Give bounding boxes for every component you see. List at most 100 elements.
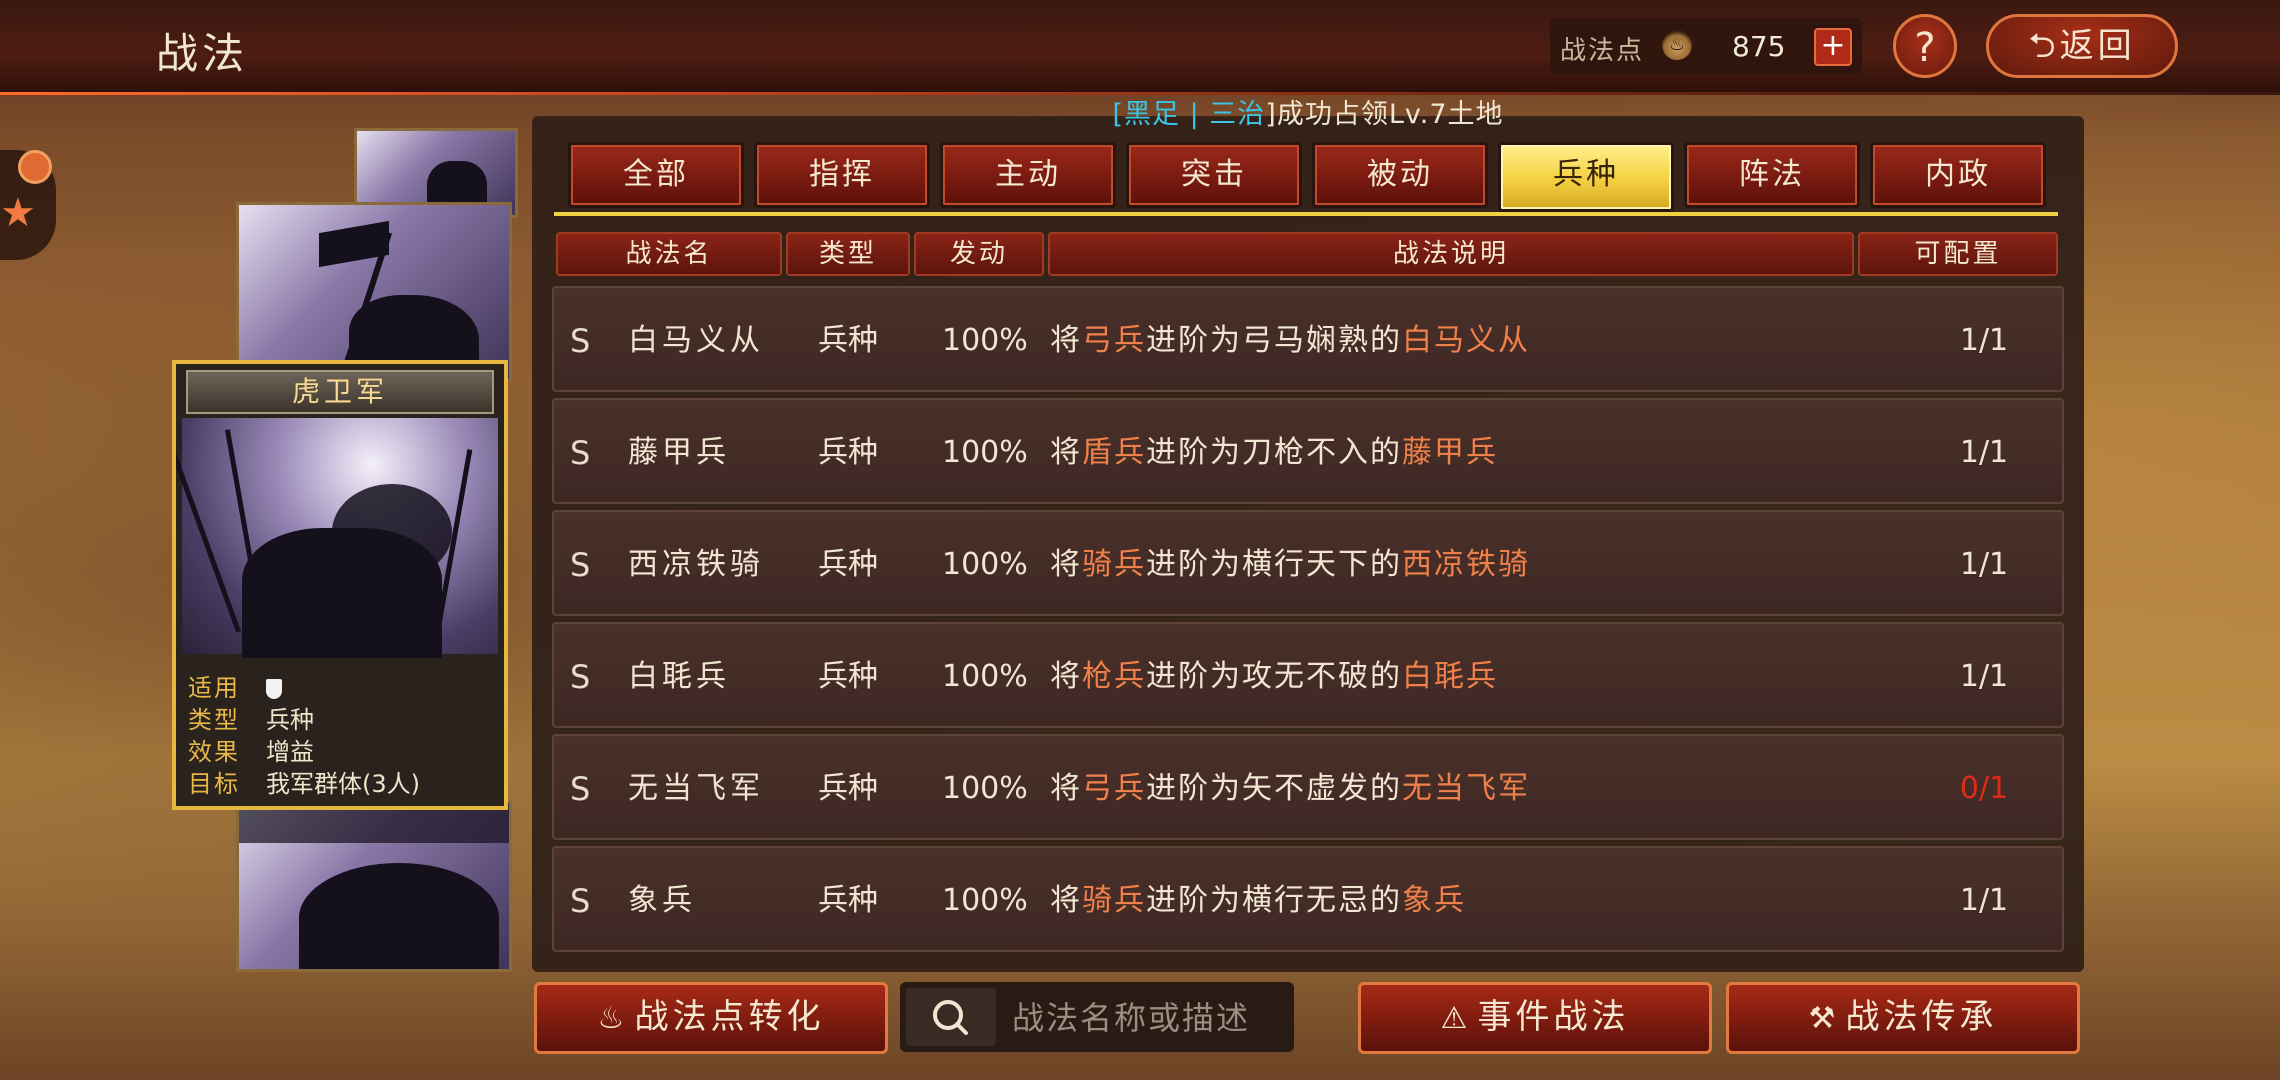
target-value: 我军群体(3人) [266, 770, 420, 798]
grade: S [570, 322, 591, 360]
news-sep: | [1180, 99, 1210, 130]
convert-points-button[interactable]: ♨ 战法点转化 [534, 982, 888, 1054]
tactic-rate: 100% [942, 323, 1028, 358]
add-points-button[interactable]: + [1814, 28, 1852, 66]
tactic-configurable: 1/1 [1959, 323, 2009, 358]
tactic-points-value: 875 [1732, 30, 1786, 63]
alert-box-icon: ⚠ [1440, 1001, 1472, 1036]
tactic-points-label: 战法点 [1560, 36, 1645, 66]
search-icon [933, 1000, 968, 1035]
tab-active-skill[interactable]: 主动 [940, 142, 1116, 208]
tactic-description: 将枪兵进阶为攻无不破的白毦兵 [1050, 659, 1498, 694]
card-info-type: 类型 兵种 [188, 700, 314, 735]
card-info-apply: 适用 [188, 668, 282, 703]
tactic-configurable: 0/1 [1959, 771, 2009, 806]
tactic-configurable: 1/1 [1959, 435, 2009, 470]
table-row[interactable]: S 象兵 兵种 100% 将骑兵进阶为横行无忌的象兵 1/1 [552, 846, 2064, 952]
shield-icon [266, 679, 282, 699]
tab-command[interactable]: 指挥 [754, 142, 930, 208]
tactic-configurable: 1/1 [1959, 883, 2009, 918]
tab-internal-affairs[interactable]: 内政 [1870, 142, 2046, 208]
tactic-type: 兵种 [818, 547, 878, 582]
tactic-configurable: 1/1 [1959, 659, 2009, 694]
card-info-effect: 效果 增益 [188, 732, 314, 767]
column-header-configurable: 可配置 [1858, 232, 2058, 276]
tab-troop-type[interactable]: 兵种 [1498, 142, 1674, 212]
apply-key: 适用 [188, 674, 240, 702]
tactic-configurable: 1/1 [1959, 547, 2009, 582]
news-player: 三治 [1209, 99, 1266, 130]
effect-value: 增益 [266, 738, 314, 766]
tactic-rate: 100% [942, 883, 1028, 918]
table-row[interactable]: S 西凉铁骑 兵种 100% 将骑兵进阶为横行天下的西凉铁骑 1/1 [552, 510, 2064, 616]
tactic-name: 西凉铁骑 [628, 547, 764, 582]
tactic-rate: 100% [942, 659, 1028, 694]
tactic-type: 兵种 [818, 323, 878, 358]
column-header-rate: 发动 [914, 232, 1044, 276]
column-header-name: 战法名 [556, 232, 782, 276]
grade: S [570, 546, 591, 584]
selected-tactic-card[interactable]: 虎卫军 适用 类型 兵种 效果 增益 目标 我军群体(3人) [172, 360, 508, 810]
page-title: 战法 [156, 29, 249, 78]
tactic-type: 兵种 [818, 771, 878, 806]
table-row[interactable]: S 藤甲兵 兵种 100% 将盾兵进阶为刀枪不入的藤甲兵 1/1 [552, 398, 2064, 504]
tactic-name: 无当飞军 [628, 771, 764, 806]
news-ticker: [黑足 | 三治]成功占领Lv.7土地 [532, 92, 2084, 130]
convert-points-label: 战法点转化 [634, 997, 825, 1037]
event-tactics-label: 事件战法 [1477, 997, 1630, 1037]
flame-icon: ♨ [597, 1001, 629, 1036]
tab-underline [554, 212, 2058, 216]
tactic-card-back[interactable] [236, 202, 512, 382]
tactic-name: 白毦兵 [628, 659, 730, 694]
inherit-tactics-button[interactable]: ⚒ 战法传承 [1726, 982, 2080, 1054]
back-button[interactable]: ⮌返回 [1986, 14, 2178, 78]
tab-assault[interactable]: 突击 [1126, 142, 1302, 208]
news-alliance: 黑足 [1124, 99, 1181, 130]
table-row[interactable]: S 白马义从 兵种 100% 将弓兵进阶为弓马娴熟的白马义从 1/1 [552, 286, 2064, 392]
target-key: 目标 [188, 770, 240, 798]
tactic-rate: 100% [942, 435, 1028, 470]
tactic-description: 将盾兵进阶为刀枪不入的藤甲兵 [1050, 435, 1498, 470]
star-icon: ★ [0, 190, 36, 236]
help-button[interactable]: ? [1893, 14, 1957, 78]
tactic-name: 藤甲兵 [628, 435, 730, 470]
tactic-type: 兵种 [818, 435, 878, 470]
hammer-icon: ⚒ [1808, 1001, 1840, 1036]
tab-all[interactable]: 全部 [568, 142, 744, 208]
column-header-description: 战法说明 [1048, 232, 1854, 276]
flame-icon: ♨ [1662, 30, 1692, 60]
grade: S [570, 882, 591, 920]
tactic-rate: 100% [942, 771, 1028, 806]
tactic-name: 象兵 [628, 883, 696, 918]
tactic-name: 白马义从 [628, 323, 764, 358]
type-key: 类型 [188, 706, 240, 734]
news-message: ]成功占领Lv.7土地 [1265, 99, 1504, 130]
column-header-type: 类型 [786, 232, 910, 276]
type-value: 兵种 [266, 706, 314, 734]
search-button[interactable] [906, 988, 996, 1046]
table-row[interactable]: S 白毦兵 兵种 100% 将枪兵进阶为攻无不破的白毦兵 1/1 [552, 622, 2064, 728]
tab-formation[interactable]: 阵法 [1684, 142, 1860, 208]
grade: S [570, 434, 591, 472]
grade: S [570, 770, 591, 808]
event-tactics-button[interactable]: ⚠ 事件战法 [1358, 982, 1712, 1054]
back-button-label: 返回 [2059, 26, 2136, 66]
notification-dot-icon [18, 150, 52, 184]
tactic-description: 将弓兵进阶为弓马娴熟的白马义从 [1050, 323, 1530, 358]
table-row[interactable]: S 无当飞军 兵种 100% 将弓兵进阶为矢不虚发的无当飞军 0/1 [552, 734, 2064, 840]
back-arrow-icon: ⮌ [2028, 26, 2060, 66]
card-artwork [176, 418, 498, 658]
grade: S [570, 658, 591, 696]
card-title: 虎卫军 [186, 370, 494, 414]
card-info-target: 目标 我军群体(3人) [188, 764, 420, 799]
tactic-rate: 100% [942, 547, 1028, 582]
tactic-card-back[interactable] [236, 800, 512, 972]
tactic-type: 兵种 [818, 883, 878, 918]
inherit-tactics-label: 战法传承 [1845, 997, 1998, 1037]
tactic-type: 兵种 [818, 659, 878, 694]
tab-passive[interactable]: 被动 [1312, 142, 1488, 208]
effect-key: 效果 [188, 738, 240, 766]
tactic-description: 将骑兵进阶为横行无忌的象兵 [1050, 883, 1466, 918]
tactic-description: 将弓兵进阶为矢不虚发的无当飞军 [1050, 771, 1530, 806]
search-input[interactable] [1010, 988, 1284, 1048]
